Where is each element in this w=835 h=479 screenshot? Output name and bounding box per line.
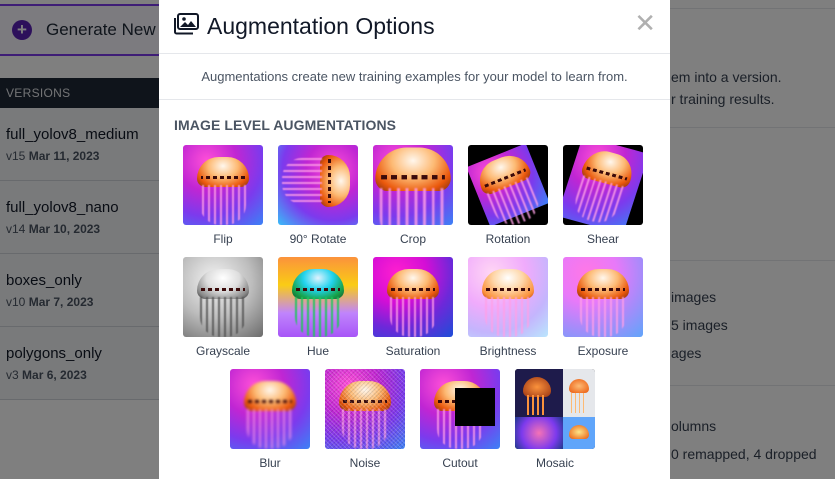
augmentation-thumbnail xyxy=(420,369,500,449)
augmentation-thumbnail xyxy=(563,145,643,225)
augmentation-thumbnail xyxy=(183,145,263,225)
augmentation-thumbnail xyxy=(373,257,453,337)
augmentation-option-bright[interactable]: Brightness xyxy=(468,257,548,358)
augmentation-option-crop[interactable]: Crop xyxy=(373,145,453,246)
cutout-box xyxy=(455,388,495,426)
augmentation-label: Exposure xyxy=(577,344,629,358)
modal-title: Augmentation Options xyxy=(207,13,435,39)
augmentation-thumbnail xyxy=(183,257,263,337)
augmentation-option-expo[interactable]: Exposure xyxy=(563,257,643,358)
augmentation-option-sat[interactable]: Saturation xyxy=(373,257,453,358)
augmentation-option-blur[interactable]: Blur xyxy=(230,369,310,470)
augmentation-option-rot90[interactable]: 90° Rotate xyxy=(278,145,358,246)
augmentation-row: Flip 90° Rotate Crop Rotation Shear xyxy=(183,145,643,246)
augmentation-label: Flip xyxy=(213,232,233,246)
augmentation-label: Mosaic xyxy=(535,456,574,470)
section-title: IMAGE LEVEL AUGMENTATIONS xyxy=(174,117,397,133)
augmentation-label: Blur xyxy=(259,456,281,470)
augmentation-row: Grayscale Hue Saturation Brightness Exposure xyxy=(183,257,643,358)
augmentation-option-flip[interactable]: Flip xyxy=(183,145,263,246)
augmentation-label: Shear xyxy=(586,232,620,246)
augmentation-label: Hue xyxy=(306,344,329,358)
augmentation-option-noise[interactable]: Noise xyxy=(325,369,405,470)
augmentation-thumbnail xyxy=(278,145,358,225)
augmentation-option-gray[interactable]: Grayscale xyxy=(183,257,263,358)
augmentation-label: Brightness xyxy=(479,344,537,358)
augmentation-thumbnail xyxy=(325,369,405,449)
augmentation-thumbnail xyxy=(278,257,358,337)
augmentation-label: Grayscale xyxy=(195,344,251,358)
augmentation-thumbnail xyxy=(373,145,453,225)
augmentation-thumbnail xyxy=(230,369,310,449)
augmentation-label: 90° Rotate xyxy=(289,232,347,246)
augmentation-thumbnail xyxy=(468,145,548,225)
images-icon xyxy=(173,13,199,40)
close-icon[interactable]: ✕ xyxy=(634,10,656,36)
augmentation-thumbnail xyxy=(468,257,548,337)
augmentation-options-modal: Augmentation Options ✕ Augmentations cre… xyxy=(159,0,670,479)
augmentation-row: Blur Noise Cutout Mosaic xyxy=(230,369,595,470)
augmentation-label: Noise xyxy=(349,456,381,470)
modal-subtitle: Augmentations create new training exampl… xyxy=(159,54,670,100)
augmentation-thumbnail xyxy=(563,257,643,337)
modal-header: Augmentation Options ✕ xyxy=(159,0,670,54)
augmentation-option-shear[interactable]: Shear xyxy=(563,145,643,246)
augmentation-option-cutout[interactable]: Cutout xyxy=(420,369,500,470)
augmentation-option-hue[interactable]: Hue xyxy=(278,257,358,358)
augmentation-label: Crop xyxy=(399,232,426,246)
augmentation-option-rotation[interactable]: Rotation xyxy=(468,145,548,246)
augmentation-thumbnail xyxy=(515,369,595,449)
augmentation-label: Rotation xyxy=(485,232,531,246)
augmentation-option-mosaic[interactable]: Mosaic xyxy=(515,369,595,470)
augmentation-label: Cutout xyxy=(442,456,478,470)
augmentation-label: Saturation xyxy=(385,344,441,358)
